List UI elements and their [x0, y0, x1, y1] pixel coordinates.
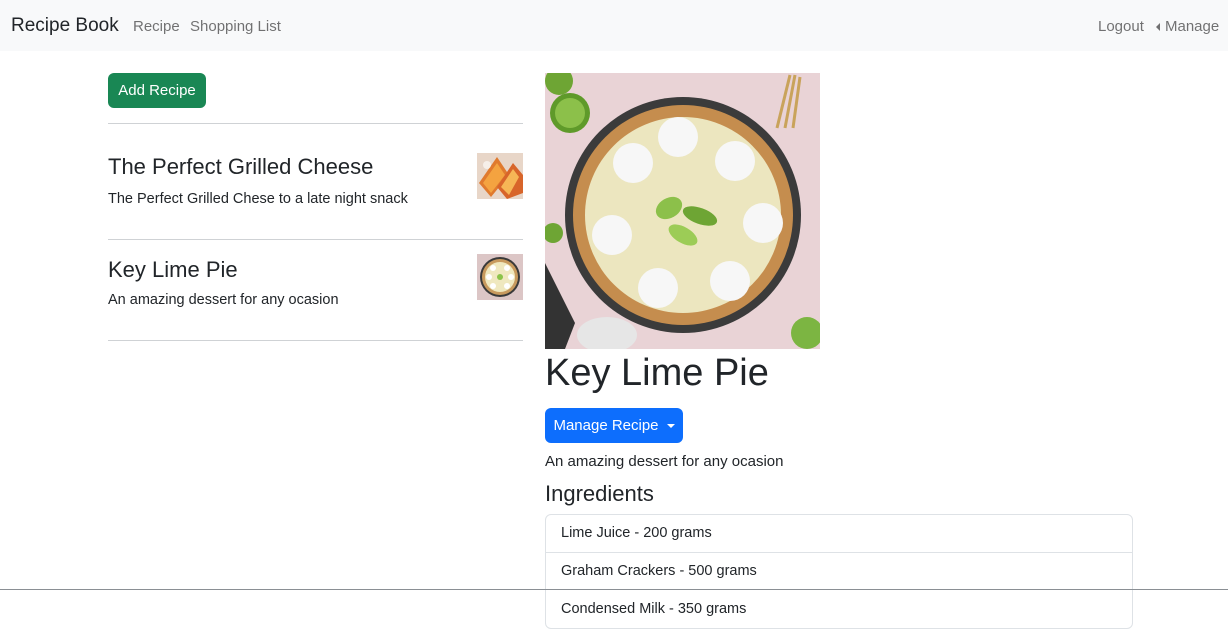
recipe-detail-title: Key Lime Pie — [545, 352, 769, 394]
brand-link[interactable]: Recipe Book — [11, 15, 119, 37]
nav-manage-dropdown[interactable]: Manage — [1156, 18, 1219, 35]
ingredients-list: Lime Juice - 200 grams Graham Crackers -… — [545, 514, 1133, 629]
key-lime-pie-image — [545, 73, 820, 349]
divider — [108, 340, 523, 341]
manage-recipe-label: Manage Recipe — [553, 417, 659, 434]
add-recipe-button[interactable]: Add Recipe — [108, 73, 206, 108]
recipe-list-item-key-lime-pie[interactable]: Key Lime Pie An amazing dessert for any … — [108, 240, 523, 340]
recipe-description: An amazing dessert for any ocasion — [108, 292, 339, 308]
recipe-title: Key Lime Pie — [108, 257, 238, 282]
ingredients-heading: Ingredients — [545, 481, 654, 506]
ingredient-item[interactable]: Lime Juice - 200 grams — [546, 515, 1132, 553]
recipe-title: The Perfect Grilled Cheese — [108, 154, 374, 179]
grilled-cheese-thumbnail — [477, 153, 523, 199]
recipe-description: The Perfect Grilled Chese to a late nigh… — [108, 191, 408, 207]
nav-recipe-link[interactable]: Recipe — [133, 18, 180, 35]
divider — [108, 123, 523, 124]
caret-down-icon — [666, 423, 675, 428]
nav-logout-link[interactable]: Logout — [1098, 18, 1144, 35]
navbar: Recipe Book Recipe Shopping List Logout … — [0, 0, 1228, 51]
horizontal-divider — [0, 589, 1228, 590]
ingredient-item[interactable]: Condensed Milk - 350 grams — [546, 590, 1132, 628]
recipe-list-item-grilled-cheese[interactable]: The Perfect Grilled Cheese The Perfect G… — [108, 140, 523, 240]
manage-recipe-button[interactable]: Manage Recipe — [545, 408, 683, 443]
caret-left-icon — [1156, 22, 1160, 31]
nav-manage-label: Manage — [1165, 18, 1220, 35]
recipe-detail-description: An amazing dessert for any ocasion — [545, 453, 784, 470]
nav-shopping-list-link[interactable]: Shopping List — [190, 18, 281, 35]
key-lime-pie-thumbnail — [477, 254, 523, 300]
ingredient-item[interactable]: Graham Crackers - 500 grams — [546, 553, 1132, 590]
